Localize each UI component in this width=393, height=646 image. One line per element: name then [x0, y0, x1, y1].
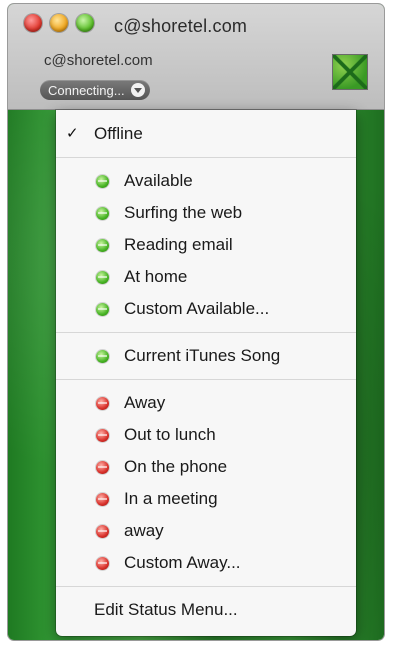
menu-item-surfing-the-web[interactable]: Surfing the web — [56, 197, 356, 229]
chevron-down-icon — [130, 83, 145, 97]
menu-item-offline[interactable]: ✓ Offline — [56, 118, 356, 150]
menu-item-at-home[interactable]: At home — [56, 261, 356, 293]
zoom-icon[interactable] — [76, 14, 94, 32]
menu-item-label: Custom Away... — [124, 553, 241, 572]
menu-item-current-itunes-song[interactable]: Current iTunes Song — [56, 340, 356, 372]
menu-item-on-the-phone[interactable]: On the phone — [56, 451, 356, 483]
close-icon[interactable] — [24, 14, 42, 32]
menu-item-label: Edit Status Menu... — [94, 600, 238, 619]
away-status-icon — [96, 525, 109, 538]
available-status-icon — [96, 303, 109, 316]
menu-item-away[interactable]: Away — [56, 387, 356, 419]
status-dropdown-label: Connecting... — [48, 82, 125, 98]
available-status-icon — [96, 239, 109, 252]
avatar[interactable] — [332, 54, 368, 90]
menu-item-available[interactable]: Available — [56, 165, 356, 197]
menu-item-label: Custom Available... — [124, 299, 270, 318]
menu-item-label: Surfing the web — [124, 203, 243, 222]
available-status-icon — [96, 207, 109, 220]
menu-item-custom-available[interactable]: Custom Available... — [56, 293, 356, 325]
menu-item-label: Offline — [94, 124, 143, 143]
menu-item-label: Out to lunch — [124, 425, 216, 444]
window-title: c@shoretel.com — [114, 16, 248, 36]
away-status-icon — [96, 557, 109, 570]
menu-item-label: At home — [124, 267, 188, 286]
menu-item-out-to-lunch[interactable]: Out to lunch — [56, 419, 356, 451]
menu-item-in-a-meeting[interactable]: In a meeting — [56, 483, 356, 515]
menu-separator — [56, 379, 356, 380]
window-controls — [24, 14, 94, 32]
title-bar: c@shoretel.com c@shoretel.com Connecting… — [8, 4, 384, 110]
menu-item-label: Available — [124, 171, 193, 190]
menu-item-reading-email[interactable]: Reading email — [56, 229, 356, 261]
account-name: c@shoretel.com — [44, 52, 153, 69]
menu-separator — [56, 586, 356, 587]
menu-item-label: away — [124, 521, 164, 540]
away-status-icon — [96, 461, 109, 474]
menu-item-away-custom-lowercase[interactable]: away — [56, 515, 356, 547]
menu-item-custom-away[interactable]: Custom Away... — [56, 547, 356, 579]
menu-item-label: Current iTunes Song — [124, 346, 281, 365]
available-status-icon — [96, 175, 109, 188]
menu-item-edit-status-menu[interactable]: Edit Status Menu... — [56, 594, 356, 626]
status-window: c@shoretel.com c@shoretel.com Connecting… — [8, 4, 384, 640]
menu-item-label: Away — [124, 393, 166, 412]
available-status-icon — [96, 350, 109, 363]
available-status-icon — [96, 271, 109, 284]
away-status-icon — [96, 397, 109, 410]
minimize-icon[interactable] — [50, 14, 68, 32]
status-menu: ✓ Offline Available Surfing the web Read… — [56, 110, 356, 636]
away-status-icon — [96, 429, 109, 442]
away-status-icon — [96, 493, 109, 506]
checkmark-icon: ✓ — [66, 125, 79, 142]
menu-item-label: On the phone — [124, 457, 228, 476]
menu-item-label: Reading email — [124, 235, 233, 254]
status-dropdown[interactable]: Connecting... — [40, 80, 150, 100]
menu-separator — [56, 157, 356, 158]
menu-separator — [56, 332, 356, 333]
menu-item-label: In a meeting — [124, 489, 218, 508]
